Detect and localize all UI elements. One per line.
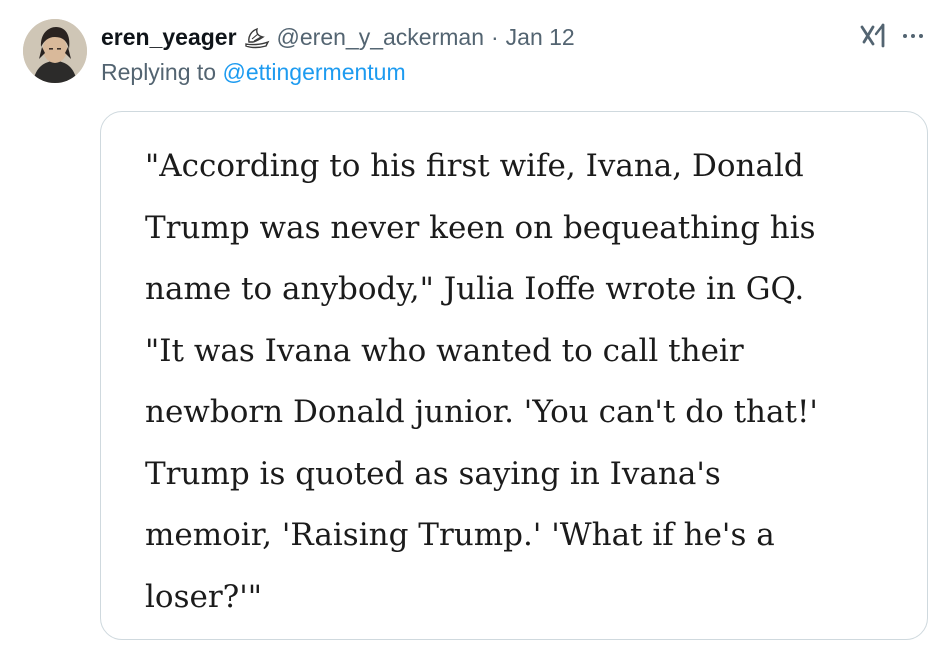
quote-line: newborn Donald junior. 'You can't do tha… (145, 394, 818, 430)
quote-line: "It was Ivana who wanted to call their (145, 332, 744, 369)
replying-to-link[interactable]: @ettingermentum (222, 59, 405, 85)
display-name[interactable]: eren_yeager (101, 22, 237, 52)
wing-emoji-icon (243, 26, 271, 49)
tweet[interactable]: eren_yeager @eren_y_ackerman · Jan 12 Re… (0, 0, 944, 654)
replying-to-prefix: Replying to (101, 59, 223, 85)
quote-text: "According to his first wife, Ivana, Don… (145, 136, 925, 628)
quote-line: "According to his first wife, Ivana, Don… (145, 148, 804, 184)
replying-to: Replying to @ettingermentum (101, 57, 406, 87)
tweet-date[interactable]: Jan 12 (506, 22, 575, 52)
more-icon[interactable] (901, 24, 925, 48)
quote-line: name to anybody," Julia Ioffe wrote in G… (145, 271, 805, 307)
user-handle[interactable]: @eren_y_ackerman (277, 22, 484, 52)
quote-line: Trump was never keen on bequeathing his (145, 209, 816, 246)
quote-line: Trump is quoted as saying in Ivana's (145, 455, 721, 492)
avatar[interactable] (23, 19, 87, 83)
avatar-image (23, 19, 87, 83)
grok-icon[interactable] (859, 22, 887, 50)
media-image-card[interactable]: "According to his first wife, Ivana, Don… (100, 111, 928, 640)
quote-line: loser?'" (145, 578, 263, 615)
quote-line: memoir, 'Raising Trump.' 'What if he's a (145, 517, 775, 553)
separator-dot: · (491, 24, 499, 50)
tweet-header: eren_yeager @eren_y_ackerman · Jan 12 (101, 22, 575, 52)
